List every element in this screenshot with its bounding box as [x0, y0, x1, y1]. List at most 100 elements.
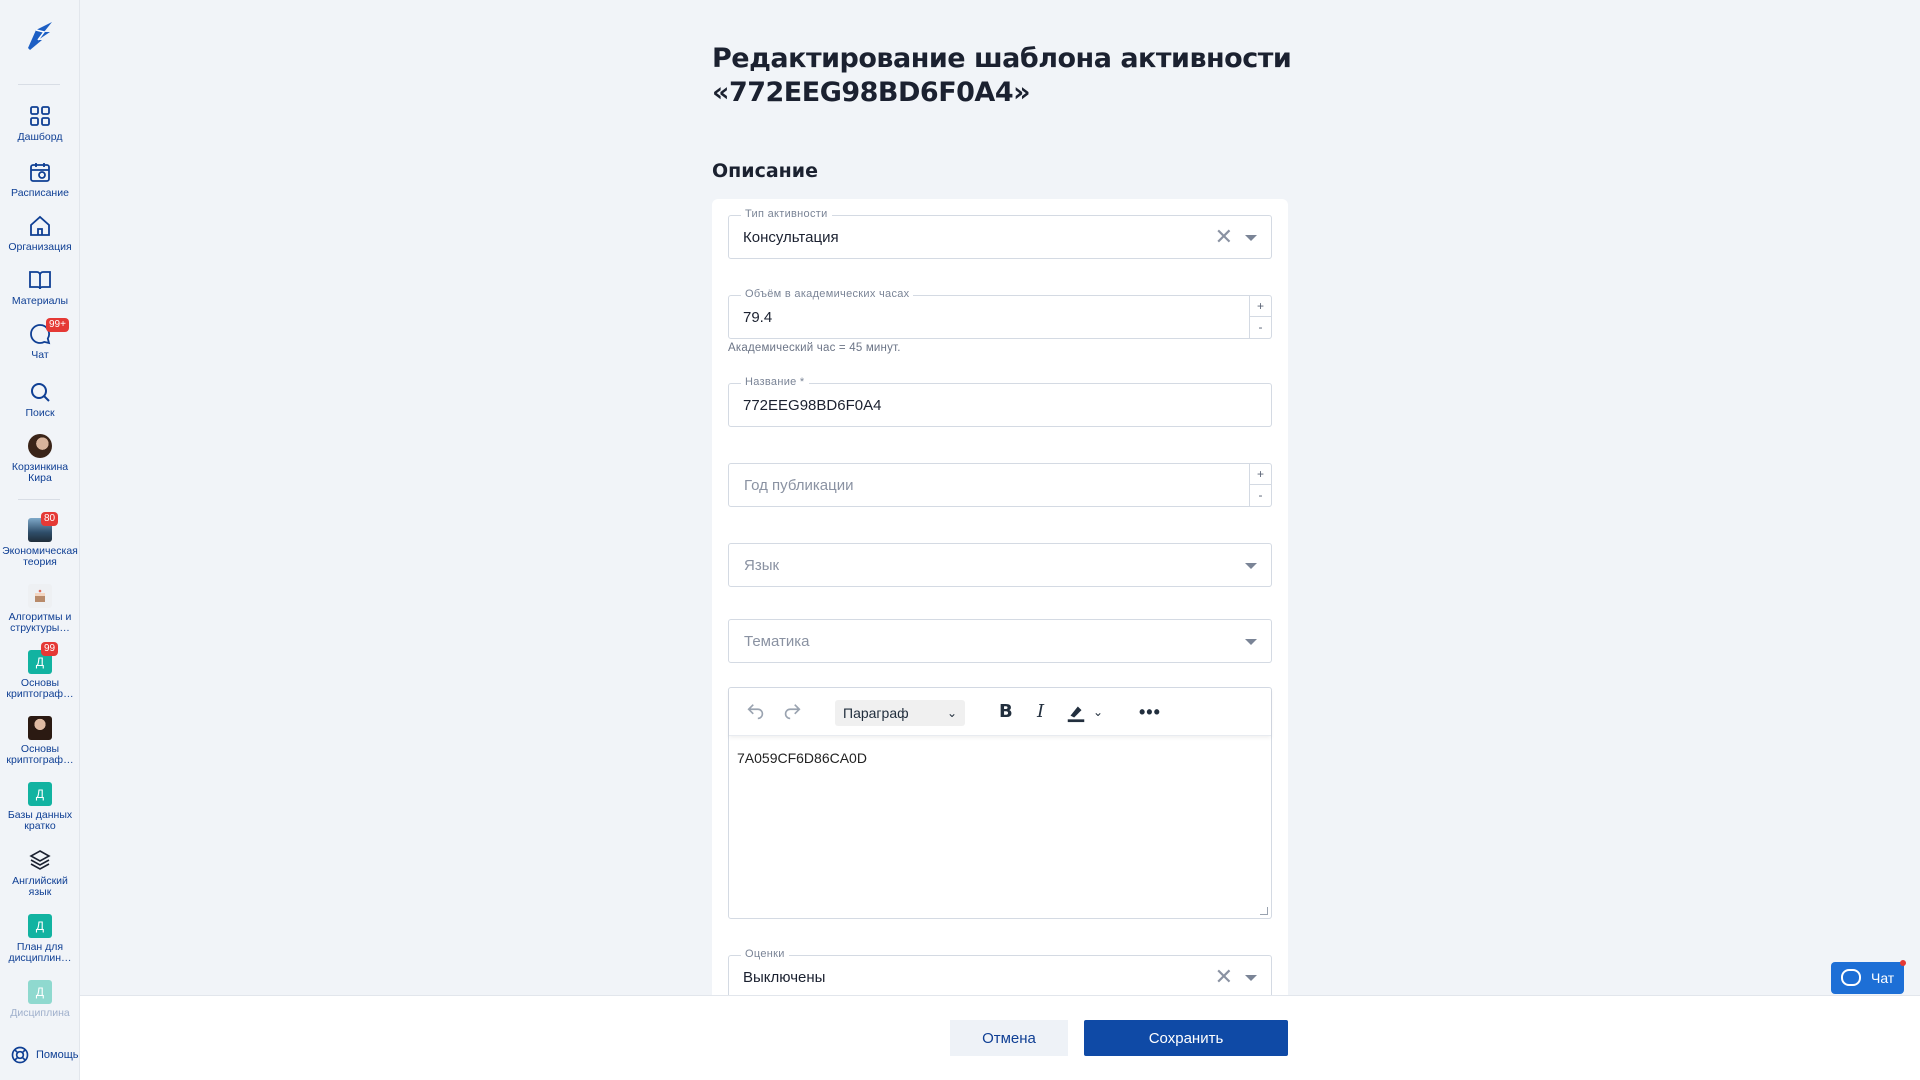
- course-initial: Д: [28, 782, 52, 806]
- chat-widget-button[interactable]: Чат: [1831, 960, 1906, 994]
- cancel-button[interactable]: Отмена: [950, 1020, 1068, 1056]
- clear-icon[interactable]: ✕: [1215, 966, 1233, 988]
- course-image: 80: [28, 512, 59, 542]
- increment-button[interactable]: +: [1250, 464, 1271, 485]
- sidebar-item-dashboard[interactable]: Дашборд: [0, 104, 80, 143]
- sidebar-item-schedule[interactable]: Расписание: [0, 160, 80, 199]
- number-stepper: + -: [1249, 464, 1271, 506]
- sidebar-item-label: Расписание: [11, 187, 69, 199]
- field-legend: Оценки: [741, 948, 789, 960]
- field-placeholder: Язык: [744, 557, 780, 574]
- lifebuoy-icon: [11, 1046, 29, 1064]
- sidebar-course-label: Дисциплина: [10, 1007, 70, 1019]
- course-badge: 80: [41, 512, 59, 526]
- caret-down-icon[interactable]: [1245, 975, 1257, 981]
- topic-select[interactable]: Тематика: [728, 619, 1272, 663]
- sidebar-item-materials[interactable]: Материалы: [0, 268, 80, 307]
- search-icon: [31, 383, 50, 402]
- undo-icon[interactable]: [745, 700, 767, 724]
- sidebar-course-label: Основы криптограф…: [6, 677, 74, 700]
- page-title: Редактирование шаблона активности «772EE…: [712, 43, 1292, 108]
- field-placeholder: Тематика: [744, 633, 810, 650]
- sidebar-divider: [18, 84, 60, 85]
- chat-badge: 99+: [46, 318, 69, 332]
- activity-type-select[interactable]: Тип активности Консультация ✕: [728, 208, 1272, 259]
- grades-select[interactable]: Оценки Выключены ✕: [728, 948, 1272, 999]
- sidebar-course-label: Экономическая теория: [2, 545, 78, 568]
- save-button[interactable]: Сохранить: [1084, 1020, 1288, 1056]
- field-legend: Название *: [741, 376, 809, 388]
- help-link[interactable]: Помощь: [10, 1045, 79, 1065]
- field-legend: Тип активности: [741, 208, 832, 220]
- sidebar-item-chat[interactable]: 99+ Чат: [0, 318, 80, 361]
- field-legend: Объём в академических часах: [741, 288, 914, 300]
- number-stepper: + -: [1249, 296, 1271, 338]
- italic-icon[interactable]: I: [1037, 700, 1044, 724]
- editor-toolbar: Параграф ⌄ B I ⌄ •••: [729, 688, 1271, 736]
- hours-hint: Академический час = 45 минут.: [728, 342, 901, 354]
- sidebar-course-databases[interactable]: Д Базы данных кратко: [0, 782, 80, 832]
- sidebar-course-english[interactable]: Английский язык: [0, 848, 80, 898]
- grid-icon: [30, 106, 50, 126]
- course-initial: Д: [28, 980, 52, 1004]
- sidebar-course-label: Основы криптограф…: [6, 743, 74, 766]
- course-badge: 99: [41, 642, 59, 656]
- course-image: [28, 716, 52, 740]
- book-icon: [29, 271, 51, 290]
- logo-icon[interactable]: [22, 18, 58, 54]
- sidebar-course-crypto-2[interactable]: Основы криптограф…: [0, 716, 80, 766]
- field-value: Консультация: [743, 229, 839, 246]
- bold-icon[interactable]: B: [999, 700, 1013, 724]
- sidebar-item-label: Поиск: [25, 407, 55, 419]
- cake-icon: [35, 589, 45, 602]
- more-icon[interactable]: •••: [1139, 700, 1161, 724]
- chat-widget-label: Чат: [1871, 970, 1895, 986]
- resize-handle[interactable]: [1260, 907, 1268, 915]
- sidebar-item-search[interactable]: Поиск: [0, 380, 80, 419]
- sidebar-item-label: Корзинкина Кира: [11, 461, 69, 484]
- field-value[interactable]: 79.4: [743, 309, 772, 326]
- sidebar-divider: [18, 499, 60, 500]
- course-initial: Д 99: [28, 642, 59, 674]
- sidebar-item-label: Чат: [31, 349, 49, 361]
- calendar-icon: [30, 163, 50, 182]
- block-format-select[interactable]: Параграф ⌄: [835, 700, 965, 726]
- caret-down-icon[interactable]: [1245, 563, 1257, 569]
- sidebar-course-crypto-1[interactable]: Д 99 Основы криптограф…: [0, 642, 80, 700]
- field-value[interactable]: 772EEG98BD6F0A4: [743, 397, 881, 414]
- decrement-button[interactable]: -: [1250, 485, 1271, 506]
- field-placeholder: Год публикации: [744, 477, 854, 494]
- sidebar-item-profile[interactable]: Корзинкина Кира: [0, 434, 80, 484]
- course-image: [28, 584, 52, 608]
- hours-number-input[interactable]: Объём в академических часах 79.4 + -: [728, 288, 1272, 339]
- sidebar-course-discipline[interactable]: Д Дисциплина: [0, 980, 80, 1019]
- sidebar-item-organization[interactable]: Организация: [0, 214, 80, 253]
- field-value: Выключены: [743, 969, 826, 986]
- avatar: [28, 434, 52, 458]
- decrement-button[interactable]: -: [1250, 317, 1271, 338]
- editor-content[interactable]: 7A059CF6D86CA0D: [729, 736, 1271, 780]
- sidebar-course-algorithms[interactable]: Алгоритмы и структуры…: [0, 584, 80, 634]
- increment-button[interactable]: +: [1250, 296, 1271, 317]
- language-select[interactable]: Язык: [728, 543, 1272, 587]
- sidebar-item-label: Материалы: [11, 295, 69, 307]
- course-initial: Д: [28, 914, 52, 938]
- sidebar-item-label: Дашборд: [17, 131, 63, 143]
- sidebar-course-label: Английский язык: [12, 875, 68, 898]
- sidebar-course-economics[interactable]: 80 Экономическая теория: [0, 512, 80, 568]
- redo-icon[interactable]: [781, 700, 803, 724]
- caret-down-icon[interactable]: [1245, 235, 1257, 241]
- chevron-down-icon[interactable]: ⌄: [1093, 700, 1103, 724]
- highlight-icon[interactable]: [1065, 700, 1087, 724]
- sidebar-course-label: Алгоритмы и структуры…: [8, 611, 72, 634]
- sidebar-course-label: Базы данных кратко: [7, 809, 73, 832]
- year-number-input[interactable]: Год публикации + -: [728, 463, 1272, 507]
- caret-down-icon[interactable]: [1245, 639, 1257, 645]
- sidebar-course-plan[interactable]: Д План для дисциплин…: [0, 914, 80, 964]
- clear-icon[interactable]: ✕: [1215, 226, 1233, 248]
- section-title: Описание: [712, 160, 819, 182]
- name-input[interactable]: Название * 772EEG98BD6F0A4: [728, 376, 1272, 427]
- sidebar: Дашборд Расписание Организация Материалы…: [0, 0, 80, 1080]
- layers-icon: [29, 850, 51, 870]
- notification-dot: [1900, 960, 1906, 966]
